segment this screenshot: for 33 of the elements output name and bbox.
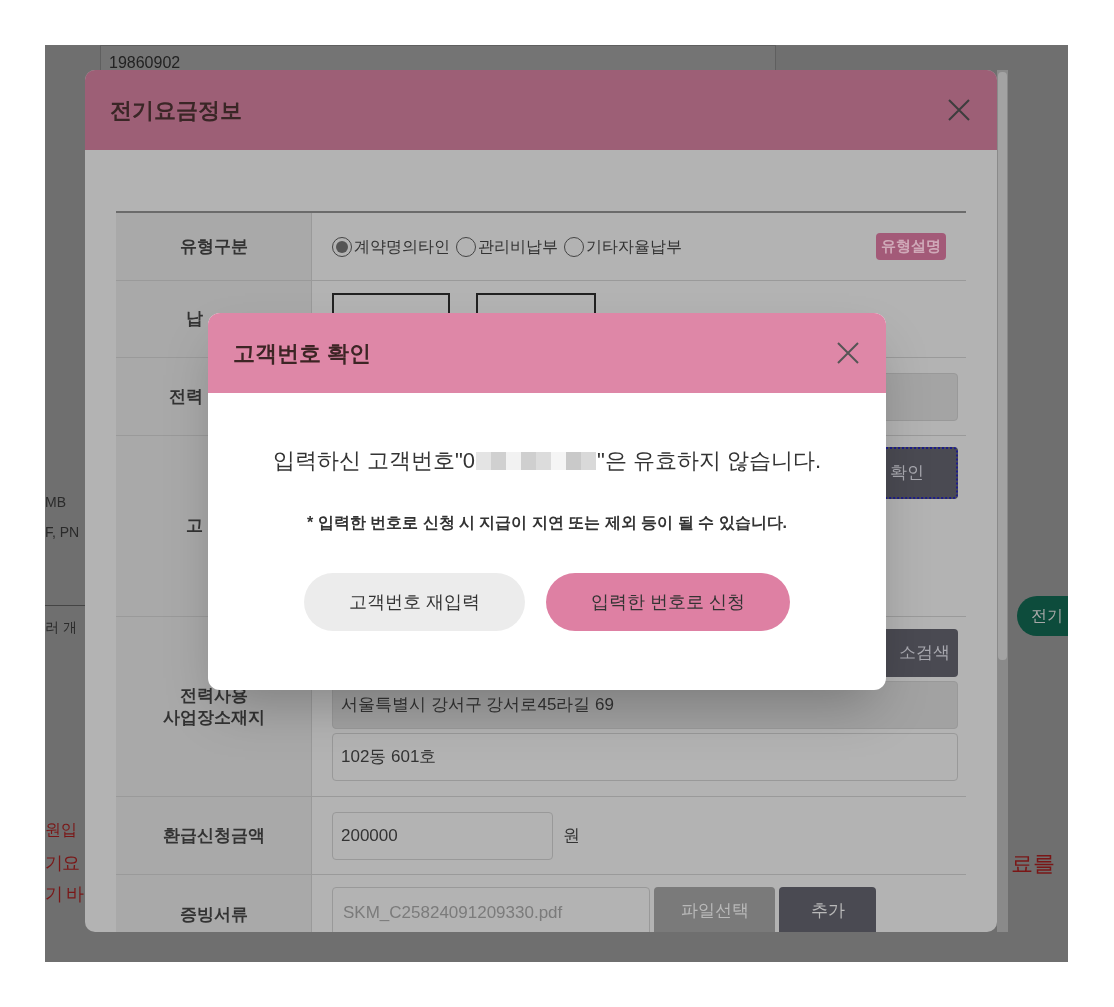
- close-icon[interactable]: [836, 341, 860, 365]
- page-text: F, PN: [45, 523, 80, 542]
- address-detail-field[interactable]: 102동 601호: [332, 733, 958, 781]
- reenter-button[interactable]: 고객번호 재입력: [304, 573, 525, 631]
- type-badge[interactable]: 유형설명: [876, 233, 946, 260]
- page-text: MB: [45, 493, 66, 512]
- page-text: 러 개: [45, 618, 77, 637]
- warning-note: * 입력한 번호로 신청 시 지급이 지연 또는 제외 등이 될 수 있습니다.: [307, 513, 787, 533]
- add-button[interactable]: 추가: [779, 887, 876, 932]
- unit-label: 원: [563, 824, 580, 847]
- amount-field[interactable]: 200000: [332, 811, 553, 860]
- row-label: 전력: [169, 385, 203, 408]
- close-icon[interactable]: [947, 98, 971, 122]
- submit-button[interactable]: 입력한 번호로 신청: [546, 573, 790, 631]
- radio-option[interactable]: 관리비납부: [456, 234, 558, 259]
- page-text: 원입: [45, 820, 77, 840]
- radio-option[interactable]: 계약명의타인: [332, 234, 450, 259]
- message-text: 입력하신 고객번호"0: [272, 447, 475, 475]
- row-label: 납: [186, 308, 203, 330]
- row-label: 환급신청금액: [162, 824, 265, 847]
- dialog-title: 고객번호 확인: [233, 339, 372, 368]
- page-text: 기 바: [45, 883, 83, 906]
- row-label: 증빙서류: [179, 903, 248, 926]
- message-text: "은 유효하지 않습니다.: [597, 447, 822, 475]
- scrollbar[interactable]: [997, 70, 1008, 932]
- row-label: 고: [186, 515, 203, 537]
- page-text: 기요: [45, 852, 79, 875]
- radio-option[interactable]: 기타자율납부: [564, 234, 682, 259]
- modal-title: 전기요금정보: [110, 96, 242, 125]
- pill-button[interactable]: 전기: [1017, 596, 1068, 636]
- row-label: 유형구분: [179, 235, 248, 258]
- notice-text: 료를: [1011, 850, 1055, 878]
- date-field[interactable]: 19860902: [100, 45, 776, 72]
